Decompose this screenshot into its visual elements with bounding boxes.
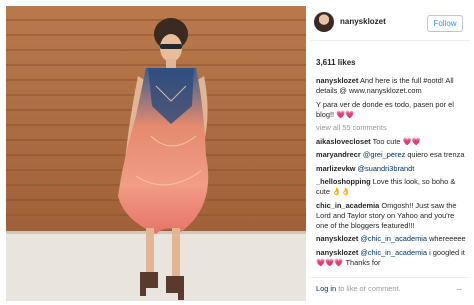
comment-username[interactable]: nanysklozet — [316, 248, 358, 257]
comment-mention[interactable]: @suandri3brandt — [355, 164, 415, 173]
ok-hand-emoji-icon: 👌👌 — [332, 187, 351, 196]
comment-text: Too cute — [370, 136, 403, 146]
header-divider — [310, 40, 470, 41]
view-all-comments-link[interactable]: view all 55 comments — [316, 123, 466, 133]
follow-button[interactable]: Follow — [427, 15, 463, 32]
comment-mention[interactable]: @chic_in_academia — [358, 248, 427, 257]
footer-divider — [310, 277, 470, 278]
login-prompt: Log in to like or comment. — [316, 284, 401, 293]
comment-item: aikaslovecloset Too cute 💗💗 — [316, 137, 466, 147]
comment-username[interactable]: _helloshopping — [316, 177, 371, 186]
comment-text: whereeeee — [427, 234, 466, 243]
comment-text: i googled it — [427, 247, 465, 257]
comment-item: nanysklozet @chic_in_academia i googled … — [316, 248, 466, 268]
login-prompt-text: to like or comment. — [336, 284, 401, 293]
likes-count[interactable]: 3,611 likes — [316, 58, 356, 67]
comment-item: nanysklozet @chic_in_academia whereeeee — [316, 234, 466, 244]
comment-username[interactable]: aikaslovecloset — [316, 137, 371, 146]
more-options-icon[interactable]: ... — [456, 282, 462, 293]
outfit-photo-image — [6, 6, 306, 301]
comment-username[interactable]: maryandrecr — [316, 150, 361, 159]
comment-username[interactable]: marlizevkw — [316, 164, 355, 173]
comment-item: nanysklozet And here is the full #ootd! … — [316, 76, 466, 96]
post-side-panel: nanysklozet Follow 3,611 likes nanyskloz… — [310, 6, 470, 301]
comment-item: maryandrecr @grei_perez quiero esa trenz… — [316, 150, 466, 160]
comment-mention[interactable]: @chic_in_academia — [358, 234, 427, 243]
comment-username[interactable]: nanysklozet — [316, 76, 358, 85]
comment-mention[interactable]: @grei_perez — [361, 150, 405, 159]
post-photo[interactable] — [6, 6, 306, 301]
heart-emoji-icon: 💗💗 — [402, 136, 421, 146]
post-header: nanysklozet Follow — [310, 6, 470, 40]
comment-item: _helloshopping Love this look, so boho &… — [316, 177, 466, 197]
login-link[interactable]: Log in — [316, 284, 336, 293]
comment-username[interactable]: nanysklozet — [316, 234, 358, 243]
header-username[interactable]: nanysklozet — [340, 17, 386, 26]
comment-item: chic_in_academia Omgosh!! Just saw the L… — [316, 201, 466, 231]
heart-emoji-icon: 💗💗 — [336, 109, 355, 119]
avatar[interactable] — [314, 12, 334, 32]
heart-emoji-icon: 💗💗💗 — [316, 257, 344, 267]
comment-text-continued: Thanks for — [343, 257, 381, 267]
comment-item: marlizevkw @suandri3brandt — [316, 164, 466, 174]
comment-username[interactable]: chic_in_academia — [316, 201, 379, 210]
comment-item: Y para ver de donde es todo, pasen por e… — [316, 100, 466, 120]
comment-text: quiero esa trenza — [405, 150, 465, 159]
comments-list: nanysklozet And here is the full #ootd! … — [316, 76, 466, 271]
